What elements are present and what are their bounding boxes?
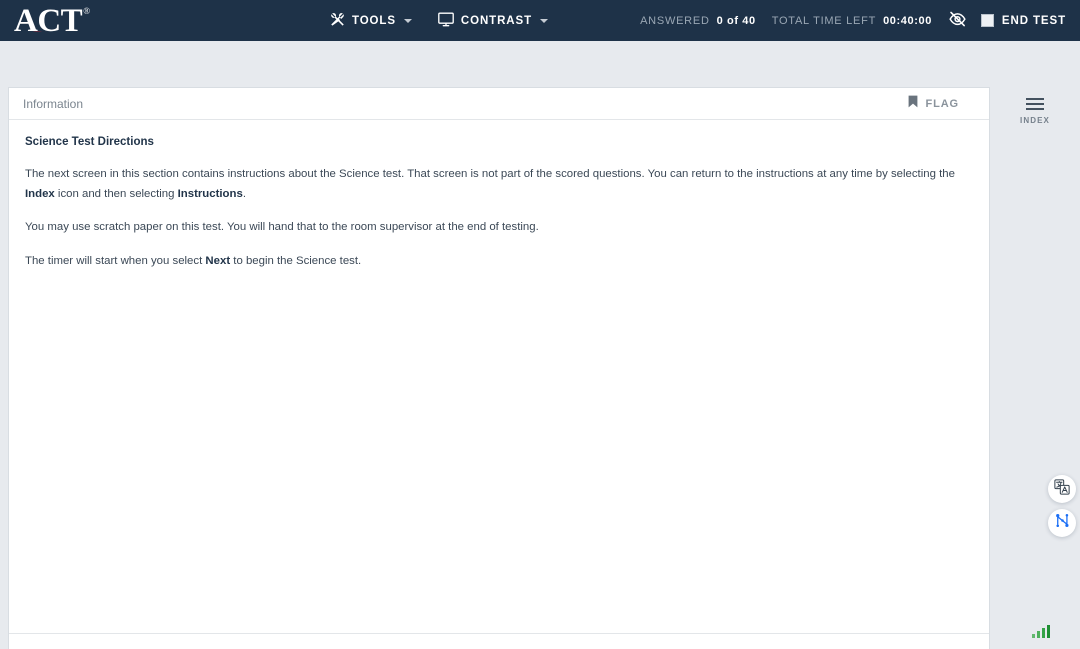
- tools-cross-icon: [330, 12, 345, 30]
- answered-value: 0 of 40: [716, 14, 756, 27]
- flag-button[interactable]: FLAG: [908, 95, 959, 113]
- p1-instructions-emphasis: Instructions: [177, 187, 243, 200]
- tools-menu[interactable]: TOOLS: [330, 12, 412, 30]
- p3-segment-a: The timer will start when you select: [25, 254, 206, 267]
- graph-tool-button[interactable]: [1048, 509, 1076, 537]
- directions-paragraph-3: The timer will start when you select Nex…: [25, 252, 973, 272]
- act-logo: ACT ®: [14, 4, 90, 38]
- page-title: Science Test Directions: [25, 136, 154, 148]
- contrast-menu-label: CONTRAST: [460, 14, 532, 27]
- panel-header: Information FLAG: [9, 88, 989, 120]
- index-button[interactable]: INDEX: [990, 87, 1080, 135]
- tools-menu-label: TOOLS: [352, 14, 396, 27]
- contrast-menu[interactable]: CONTRAST: [438, 11, 548, 30]
- chevron-down-icon: [403, 18, 412, 23]
- stop-square-icon: [980, 14, 994, 27]
- directions-paragraph-1: The next screen in this section contains…: [25, 165, 973, 204]
- translate-button[interactable]: [1048, 475, 1076, 503]
- main-stage: Information FLAG Science Test Directions…: [0, 41, 1080, 649]
- p1-segment-c: icon and then selecting: [54, 187, 178, 200]
- chevron-down-icon: [540, 18, 548, 23]
- p3-segment-c: to begin the Science test.: [230, 254, 362, 267]
- header-status: ANSWERED 0 of 40 TOTAL TIME LEFT 00:40:0…: [640, 0, 1070, 41]
- hide-timer-button[interactable]: [948, 10, 967, 32]
- answered-label: ANSWERED: [640, 14, 710, 27]
- flag-label: FLAG: [925, 97, 959, 110]
- end-test-button[interactable]: END TEST: [980, 14, 1066, 27]
- act-logo-swoosh-icon: [18, 25, 46, 32]
- content-panel: Information FLAG Science Test Directions…: [8, 87, 990, 649]
- end-test-label: END TEST: [1001, 14, 1066, 27]
- app-header: ACT ® TOOLS CONTRAST ANSWERED 0 of 40 TO…: [0, 0, 1080, 41]
- header-menus: TOOLS CONTRAST: [330, 0, 548, 41]
- right-rail: INDEX: [990, 41, 1080, 649]
- breadcrumb: Information: [23, 96, 84, 111]
- act-logo-text: ACT: [14, 2, 83, 39]
- translate-icon: [1054, 478, 1070, 500]
- eye-slash-icon: [948, 10, 967, 32]
- monitor-icon: [438, 11, 454, 30]
- node-network-icon: [1054, 512, 1071, 534]
- panel-navigation: PREV NEXT: [9, 633, 989, 649]
- index-label: INDEX: [1020, 115, 1050, 125]
- act-logo-registered-mark: ®: [83, 5, 91, 16]
- p1-segment-e: .: [242, 187, 246, 200]
- p1-index-emphasis: Index: [25, 187, 55, 200]
- floating-action-buttons: [1048, 475, 1076, 537]
- panel-body: Science Test Directions The next screen …: [9, 120, 989, 633]
- directions-paragraph-2: You may use scratch paper on this test. …: [25, 221, 539, 234]
- bookmark-icon: [908, 95, 918, 113]
- p1-segment-a: The next screen in this section contains…: [25, 168, 955, 180]
- signal-strength-icon: [1032, 624, 1050, 638]
- time-left-label: TOTAL TIME LEFT: [771, 14, 877, 27]
- hamburger-menu-icon: [1026, 97, 1044, 110]
- time-left-value: 00:40:00: [883, 14, 932, 27]
- p3-next-emphasis: Next: [205, 254, 231, 267]
